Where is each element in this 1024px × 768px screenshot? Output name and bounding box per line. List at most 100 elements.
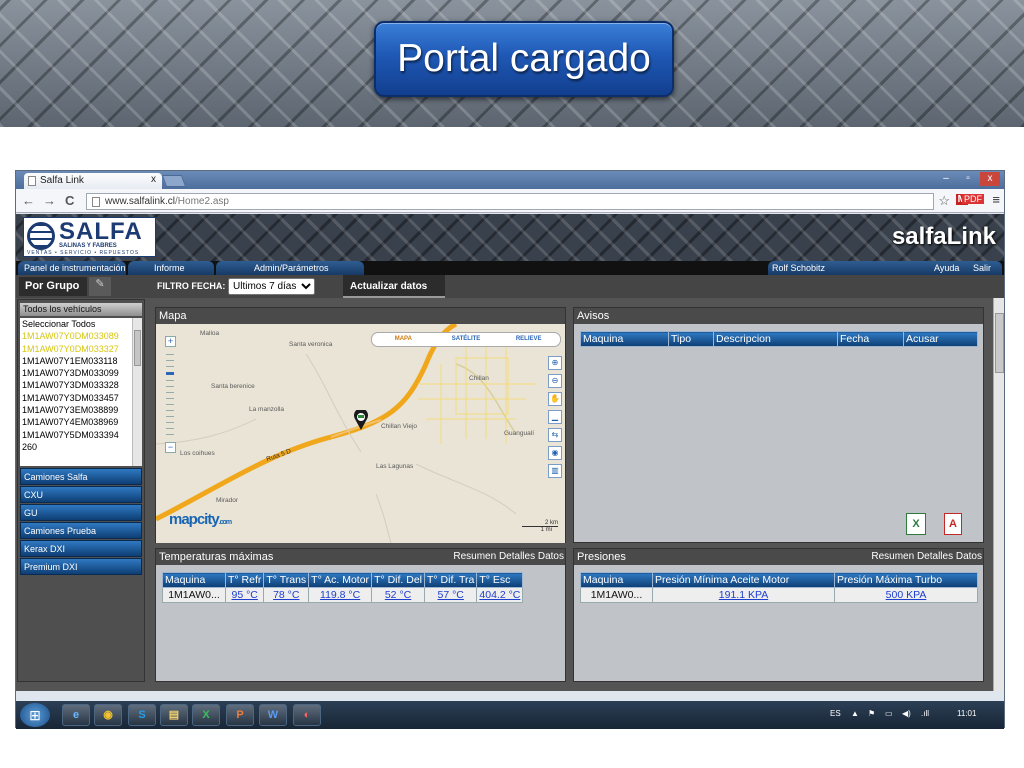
list-item[interactable]: 1M1AW07Y3DM033457: [20, 392, 132, 404]
summary-link[interactable]: Resumen: [453, 551, 496, 562]
minimize-button[interactable]: –: [936, 172, 956, 186]
browser-menu-icon[interactable]: ≡: [992, 192, 1000, 207]
ie-icon[interactable]: e: [62, 704, 90, 726]
vehicle-list-scrollbar[interactable]: [132, 318, 142, 466]
forward-icon[interactable]: →: [43, 193, 56, 208]
column-header[interactable]: T° Esc: [476, 572, 524, 588]
map-tab-mapa[interactable]: MAPA: [372, 333, 435, 346]
language-indicator[interactable]: ES: [830, 709, 841, 718]
value-link[interactable]: 52 °C: [371, 587, 426, 603]
scroll-thumb[interactable]: [134, 330, 141, 366]
summary-link[interactable]: Resumen: [871, 551, 914, 562]
info-tool-icon[interactable]: ◉: [548, 446, 562, 460]
skype-icon[interactable]: S: [128, 704, 156, 726]
reload-icon[interactable]: C: [65, 193, 74, 208]
tab-close-icon[interactable]: x: [151, 174, 156, 185]
pin-icon[interactable]: ✎: [89, 277, 111, 296]
bookmark-star-icon[interactable]: ☆: [938, 193, 950, 209]
page-scrollbar[interactable]: [993, 298, 1004, 691]
column-header[interactable]: T° Dif. Del: [371, 572, 426, 588]
list-item[interactable]: 1M1AW07Y1EM033118: [20, 355, 132, 367]
group-item[interactable]: Kerax DXI: [20, 540, 142, 557]
column-header[interactable]: Descripcion: [713, 331, 838, 347]
map-tab-relief[interactable]: RELIEVE: [497, 333, 560, 346]
measure-tool-icon[interactable]: ▁: [548, 410, 562, 424]
value-link[interactable]: 119.8 °C: [308, 587, 373, 603]
map-canvas[interactable]: MAPA SATÉLITE RELIEVE + − Malloa Santa v…: [156, 324, 565, 543]
column-header[interactable]: Maquina: [162, 572, 226, 588]
column-header[interactable]: T° Dif. Tra: [424, 572, 478, 588]
excel-export-icon[interactable]: X: [906, 513, 926, 535]
maximize-button[interactable]: ▫: [958, 172, 978, 186]
group-item[interactable]: CXU: [20, 486, 142, 503]
column-header[interactable]: Acusar: [903, 331, 978, 347]
excel-icon[interactable]: X: [192, 704, 220, 726]
date-filter-select[interactable]: Ultimos 7 días: [228, 278, 315, 295]
volume-icon[interactable]: ◀): [902, 709, 911, 718]
start-button[interactable]: ⊞: [20, 703, 50, 727]
group-item[interactable]: GU: [20, 504, 142, 521]
all-vehicles-header[interactable]: Todos los vehículos: [20, 303, 142, 316]
explorer-icon[interactable]: ▤: [160, 704, 188, 726]
column-header[interactable]: Presión Máxima Turbo: [834, 572, 978, 588]
flag-icon[interactable]: ⚑: [868, 709, 875, 718]
column-header[interactable]: Fecha: [837, 331, 904, 347]
column-header[interactable]: Presión Mínima Aceite Motor: [652, 572, 835, 588]
zoom-in-tool-icon[interactable]: ⊕: [548, 356, 562, 370]
group-item[interactable]: Camiones Salfa: [20, 468, 142, 485]
list-item[interactable]: 1M1AW07Y0DM033327: [20, 343, 132, 355]
browser-tab[interactable]: Salfa Link x: [24, 173, 162, 189]
route-tool-icon[interactable]: ⇆: [548, 428, 562, 442]
logout-link[interactable]: Salir: [973, 263, 991, 273]
pan-tool-icon[interactable]: ✋: [548, 392, 562, 406]
value-link[interactable]: 95 °C: [224, 587, 265, 603]
data-link[interactable]: Datos: [956, 551, 982, 562]
vehicle-marker-icon[interactable]: [354, 410, 368, 430]
zoom-in-button[interactable]: +: [165, 336, 176, 347]
vehicle-list[interactable]: Seleccionar Todos 1M1AW07Y0DM033089 1M1A…: [20, 318, 132, 466]
list-item[interactable]: Seleccionar Todos: [20, 318, 132, 330]
powerpoint-icon[interactable]: P: [226, 704, 254, 726]
zoom-out-tool-icon[interactable]: ⊖: [548, 374, 562, 388]
scroll-thumb[interactable]: [995, 313, 1004, 373]
column-header[interactable]: T° Refr: [224, 572, 265, 588]
value-link[interactable]: 404.2 °C: [476, 587, 524, 603]
show-hidden-icons-icon[interactable]: ▲: [851, 709, 859, 718]
map-tab-satellite[interactable]: SATÉLITE: [435, 333, 498, 346]
chrome-icon[interactable]: ◉: [94, 704, 122, 726]
list-item[interactable]: 1M1AW07Y0DM033089: [20, 330, 132, 342]
clock[interactable]: 11:01: [957, 709, 976, 718]
app-icon[interactable]: ◐: [293, 704, 321, 726]
help-link[interactable]: Ayuda: [934, 263, 959, 273]
column-header[interactable]: T° Ac. Motor: [308, 572, 373, 588]
pdf-extension-icon[interactable]: PDF: [962, 194, 984, 204]
pdf-export-icon[interactable]: A: [944, 513, 962, 535]
details-link[interactable]: Detalles: [499, 551, 535, 562]
group-item[interactable]: Camiones Prueba: [20, 522, 142, 539]
column-header[interactable]: Maquina: [580, 331, 669, 347]
list-item[interactable]: 1M1AW07Y3DM033328: [20, 379, 132, 391]
network-icon[interactable]: .ıll: [921, 709, 929, 718]
tab-informe[interactable]: Informe: [128, 261, 214, 275]
close-window-button[interactable]: x: [980, 172, 1000, 186]
new-tab-button[interactable]: [161, 175, 187, 187]
details-link[interactable]: Detalles: [917, 551, 953, 562]
list-item[interactable]: 260: [20, 441, 132, 453]
group-item[interactable]: Premium DXI: [20, 558, 142, 575]
tab-admin[interactable]: Admin/Parámetros: [216, 261, 364, 275]
update-data-button[interactable]: Actualizar datos: [343, 275, 445, 298]
word-icon[interactable]: W: [259, 704, 287, 726]
data-link[interactable]: Datos: [538, 551, 564, 562]
list-item[interactable]: 1M1AW07Y3EM038899: [20, 404, 132, 416]
url-input[interactable]: www.salfalink.cl/Home2.asp: [86, 193, 934, 210]
chart-tool-icon[interactable]: ▥: [548, 464, 562, 478]
value-link[interactable]: 191.1 KPA: [652, 587, 835, 603]
value-link[interactable]: 57 °C: [424, 587, 478, 603]
value-link[interactable]: 78 °C: [263, 587, 310, 603]
back-icon[interactable]: ←: [22, 193, 35, 208]
column-header[interactable]: T° Trans: [263, 572, 310, 588]
column-header[interactable]: Maquina: [580, 572, 653, 588]
list-item[interactable]: 1M1AW07Y3DM033099: [20, 367, 132, 379]
column-header[interactable]: Tipo: [668, 331, 714, 347]
zoom-out-button[interactable]: −: [165, 442, 176, 453]
